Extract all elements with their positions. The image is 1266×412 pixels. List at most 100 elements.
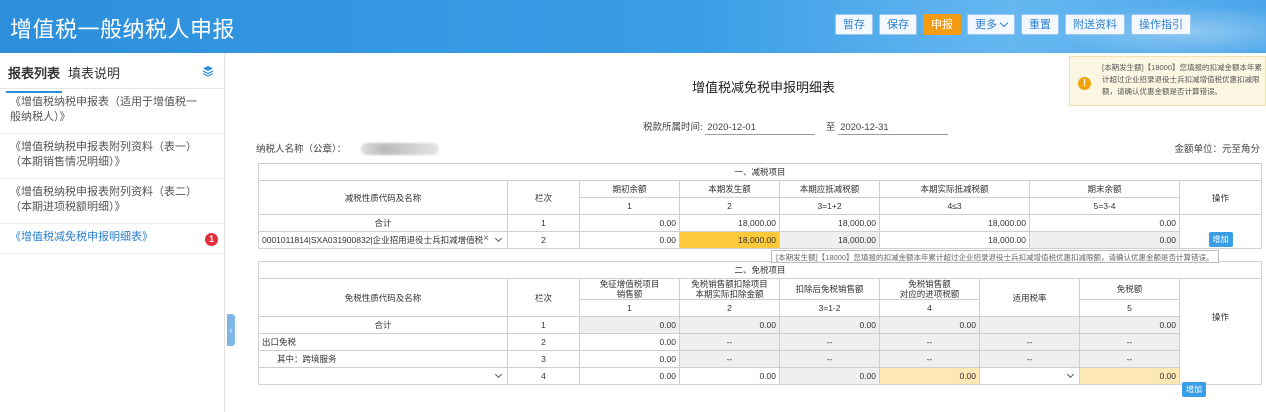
add-exemption-row-button[interactable]: 增加	[1182, 382, 1206, 397]
cell-closing: 0.00	[1029, 231, 1180, 249]
section-title: 二、免税项目	[257, 261, 1263, 279]
cell-input-tax: 0.00	[879, 316, 980, 334]
cell-name: 合计	[258, 316, 508, 334]
sidebar-item-schedule-2[interactable]: 《增值税纳税申报表附列资料（表二）（本期进项税额明细）》	[0, 179, 224, 224]
period-label: 税款所属时间:	[643, 122, 703, 133]
cell-after: --	[779, 333, 880, 351]
cell-rate	[979, 316, 1080, 334]
form-title: 增值税减免税申报明细表	[692, 80, 836, 95]
deduct-input[interactable]: 0.00	[679, 367, 780, 385]
chevron-down-icon	[999, 18, 1009, 28]
header-op: 操作	[1178, 278, 1263, 385]
taxpayer-name-redacted	[360, 143, 439, 156]
header-sales: 免征增值税项目 销售额	[579, 278, 680, 300]
cell-name: 合计	[258, 214, 508, 232]
cell-tax: 0.00	[1079, 316, 1180, 334]
header-tax: 免税额	[1079, 278, 1180, 300]
colnum: 3=1+2	[779, 197, 880, 215]
header-after: 扣除后免税销售额	[779, 278, 880, 300]
tax-rate-select[interactable]	[979, 367, 1080, 385]
reduction-code-value: 0001011814|SXA031900832|企业招用退役士兵扣减增值税	[262, 235, 484, 245]
header-actual: 本期实际抵减税额	[879, 180, 1030, 198]
header-deductible: 本期应抵减税额	[779, 180, 880, 198]
tab-fill-instructions[interactable]: 填表说明	[68, 63, 120, 82]
sidebar: 报表列表 填表说明 《增值税纳税申报表（适用于增值税一般纳税人）》 《增值税纳税…	[0, 53, 225, 412]
cell-row-no: 2	[507, 231, 580, 249]
exemption-add-wrap: 增加	[1182, 379, 1206, 397]
tab-report-list[interactable]: 报表列表	[5, 63, 63, 93]
cell-rate: --	[979, 350, 1080, 368]
colnum: 1	[579, 299, 680, 317]
error-count-badge: 1	[205, 233, 218, 246]
header-input-tax: 免税销售额 对应的进项税额	[879, 278, 980, 300]
period-end-field: 2020-12-31	[838, 122, 949, 135]
table-row: 合计 1 0.00 18,000.00 18,000.00 18,000.00 …	[258, 214, 1263, 249]
more-label: 更多	[975, 19, 997, 31]
cell-row-no: 1	[507, 214, 580, 232]
colnum: 3=1-2	[779, 299, 880, 317]
sidebar-collapse-handle[interactable]: ‹	[227, 314, 235, 346]
sidebar-item-tax-relief[interactable]: 《增值税减免税申报明细表》 1	[0, 224, 224, 254]
current-amount-input[interactable]: 18,000.00	[679, 231, 780, 249]
header-opening: 期初余额	[579, 180, 680, 198]
section-title: 一、减税项目	[257, 163, 1263, 181]
colnum: 4	[879, 299, 980, 317]
reset-button[interactable]: 重置	[1021, 14, 1059, 35]
temp-save-button[interactable]: 暂存	[835, 14, 873, 35]
add-row-button[interactable]: 增加	[1208, 232, 1233, 247]
exempt-tax-input[interactable]: 0.00	[1079, 367, 1180, 385]
header-name: 减税性质代码及名称	[258, 180, 508, 215]
table-row: 出口免税 2 0.00 -- -- -- -- --	[258, 333, 1262, 351]
cell-input-tax: --	[879, 350, 980, 368]
input-tax-input[interactable]: 0.00	[879, 367, 980, 385]
cell-deductible: 18,000.00	[779, 214, 880, 232]
guide-button[interactable]: 操作指引	[1131, 14, 1191, 35]
opening-input[interactable]: 0.00	[579, 231, 680, 249]
app-header: 增值税一般纳税人申报 暂存 保存 申报 更多 重置 附送资料 操作指引	[0, 0, 1266, 53]
cell-closing: 0.00	[1029, 214, 1180, 232]
main-content: 增值税减免税申报明细表 税款所属时间: 2020-12-01 至 2020-12…	[236, 53, 1266, 412]
colnum: 5=3-4	[1029, 197, 1180, 215]
taxpayer-label: 纳税人名称（公章）：	[256, 144, 347, 155]
cell-tax: --	[1079, 333, 1180, 351]
cross-border-sales-input[interactable]: 0.00	[579, 350, 680, 368]
actual-input[interactable]: 18,000.00	[879, 231, 1030, 249]
attachments-button[interactable]: 附送资料	[1065, 14, 1125, 35]
exempt-sales-input[interactable]: 0.00	[579, 367, 680, 385]
app-title: 增值税一般纳税人申报	[10, 18, 236, 43]
exemption-code-select[interactable]	[258, 367, 508, 385]
reduction-code-select[interactable]: 0001011814|SXA031900832|企业招用退役士兵扣减增值税 ×	[258, 231, 508, 249]
header-rate: 适用税率	[979, 278, 1080, 317]
cell-op: 增加	[1178, 214, 1263, 249]
period-start-field: 2020-12-01	[705, 122, 816, 135]
clear-icon[interactable]: ×	[483, 233, 489, 244]
sidebar-item-vat-return[interactable]: 《增值税纳税申报表（适用于增值税一般纳税人）》	[0, 89, 224, 134]
sidebar-tabs: 报表列表 填表说明	[0, 53, 224, 93]
cell-deduct: 0.00	[679, 316, 780, 334]
chevron-down-icon[interactable]	[494, 370, 503, 379]
cell-name: 其中：跨境服务	[258, 350, 508, 368]
cell-deduct: --	[679, 333, 780, 351]
header-row-no: 栏次	[507, 180, 580, 215]
table-row: 0001011814|SXA031900832|企业招用退役士兵扣减增值税 × …	[258, 231, 1262, 249]
colnum: 1	[579, 197, 680, 215]
submit-declaration-button[interactable]: 申报	[923, 14, 961, 35]
cell-row-no: 4	[507, 367, 580, 385]
header-current: 本期发生额	[679, 180, 780, 198]
chevron-down-icon[interactable]	[1066, 370, 1075, 379]
cell-current: 18,000.00	[679, 214, 780, 232]
sidebar-item-schedule-1[interactable]: 《增值税纳税申报表附列资料（表一）（本期销售情况明细）》	[0, 134, 224, 179]
export-sales-input[interactable]: 0.00	[579, 333, 680, 351]
chevron-down-icon[interactable]	[494, 234, 503, 243]
header-deduct: 免税销售额扣除项目 本期实际扣除金额	[679, 278, 780, 300]
cell-after: --	[779, 350, 880, 368]
colnum: 2	[679, 197, 780, 215]
cell-deductible: 18,000.00	[779, 231, 880, 249]
cell-sales: 0.00	[579, 316, 680, 334]
save-button[interactable]: 保存	[879, 14, 917, 35]
layers-icon[interactable]	[202, 65, 214, 77]
cell-after: 0.00	[779, 316, 880, 334]
more-button[interactable]: 更多	[967, 14, 1015, 35]
validation-tooltip: [本期发生额]【18000】您填报的扣减金额本年累计超过企业招录退役士兵扣减增值…	[771, 250, 1219, 263]
header-name: 免税性质代码及名称	[258, 278, 508, 317]
